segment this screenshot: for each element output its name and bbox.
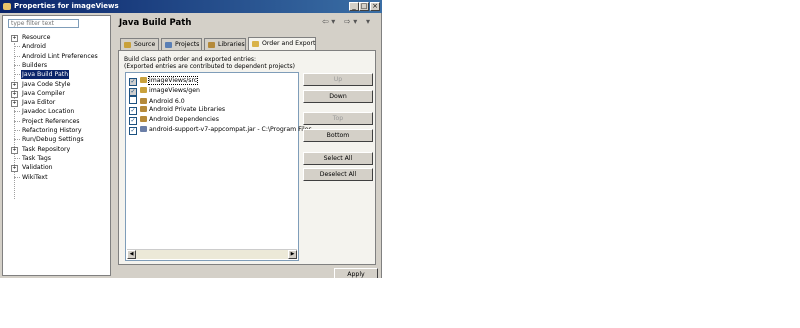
select-all-button[interactable]: Select All [303, 152, 373, 165]
panel-description-note: (Exported entries are contributed to dep… [124, 63, 295, 70]
libraries-icon [208, 42, 215, 48]
tree-connector [14, 64, 20, 66]
classpath-entry-list[interactable]: ✓ imageViews/src ✓ imageViews/gen Android 6.… [125, 72, 312, 261]
entry-label: Android Dependencies [149, 116, 219, 124]
expand-icon[interactable]: + [11, 165, 18, 173]
tree-connector [14, 55, 20, 57]
tree-connector [14, 46, 20, 48]
panel-description: Build class path order and exported entr… [124, 56, 257, 63]
tab-projects[interactable]: Projects [161, 38, 202, 50]
window-title: Properties for imageViews [14, 2, 119, 10]
export-checkbox[interactable]: ✓ [129, 107, 137, 116]
tree-connector [14, 176, 20, 178]
tree-item[interactable]: Java Editor [21, 98, 56, 107]
tree-item[interactable]: Java Code Style [21, 80, 71, 89]
order-export-panel: Build class path order and exported entr… [118, 50, 376, 265]
maximize-button[interactable]: □ [359, 2, 369, 11]
order-export-icon [252, 41, 259, 47]
expand-icon[interactable]: + [11, 35, 18, 42]
source-folder-icon [140, 86, 147, 93]
tree-item[interactable]: Java Build Path [21, 70, 70, 80]
tree-item[interactable]: WikiText [21, 173, 49, 182]
window-edge [381, 13, 382, 278]
apply-button[interactable]: Apply [334, 268, 378, 278]
tree-item[interactable]: Task Tags [21, 154, 52, 163]
tree-item[interactable]: Resource [21, 33, 51, 42]
tree-connector [14, 157, 20, 159]
tab-label: Source [134, 41, 156, 48]
export-checkbox[interactable]: ✓ [129, 78, 137, 86]
tab-order-and-export[interactable]: Order and Export [248, 37, 316, 50]
entry-label: imageViews/gen [149, 86, 200, 94]
tree-connector [14, 130, 20, 131]
list-item[interactable]: ✓ imageViews/src [129, 76, 199, 86]
expand-icon[interactable]: + [11, 90, 18, 98]
entry-label: Android 6.0 [149, 97, 185, 105]
entry-label: android-support-v7-appcompat.jar - C:\Pr… [149, 126, 312, 133]
export-checkbox[interactable]: ✓ [129, 127, 137, 135]
tree-item[interactable]: Refactoring History [21, 126, 83, 135]
tree-item[interactable]: Builders [21, 61, 48, 70]
app-icon [3, 3, 11, 10]
tree-item[interactable]: Android [21, 42, 47, 51]
tree-connector [14, 139, 20, 141]
source-folder-icon [140, 77, 147, 83]
minimize-button[interactable]: _ [349, 2, 359, 11]
list-item[interactable]: Android 6.0 [129, 95, 185, 105]
tree-item[interactable]: Run/Debug Settings [21, 135, 85, 144]
tab-label: Projects [175, 41, 200, 48]
top-button[interactable]: Top [303, 112, 373, 125]
entry-label: Android Private Libraries [149, 106, 226, 114]
projects-icon [165, 42, 172, 48]
page-title: Java Build Path [119, 18, 192, 28]
view-menu-button[interactable]: ▾ [366, 16, 370, 28]
down-button[interactable]: Down [303, 90, 373, 103]
tab-label: Order and Export [262, 40, 316, 47]
scroll-right-button[interactable]: ▶ [288, 250, 297, 259]
library-icon [140, 97, 147, 104]
list-item[interactable]: ✓ imageViews/gen [129, 86, 200, 96]
tree-connector [14, 74, 20, 76]
tree-connector [14, 120, 20, 122]
list-item[interactable]: ✓ Android Private Libraries [129, 105, 226, 116]
properties-window: Properties for imageViews _ □ × +Resourc… [0, 0, 382, 278]
list-item[interactable]: ✓ Android Dependencies [129, 115, 219, 126]
filter-input[interactable] [8, 19, 79, 28]
tree-connector [14, 111, 20, 113]
export-checkbox[interactable] [129, 95, 137, 104]
tree-item[interactable]: Android Lint Preferences [21, 52, 99, 61]
jar-icon [140, 126, 147, 132]
export-checkbox[interactable]: ✓ [129, 117, 137, 126]
tree-item[interactable]: Javadoc Location [21, 107, 75, 116]
close-button[interactable]: × [370, 2, 380, 11]
tree-item[interactable]: Java Compiler [21, 89, 66, 98]
back-nav-button[interactable]: ⇦ ▾ [322, 16, 335, 28]
source-folder-icon [124, 42, 131, 48]
tab-label: Libraries [218, 41, 245, 48]
horizontal-scrollbar[interactable]: ◀ ▶ [127, 249, 297, 259]
list-item[interactable]: ✓ android-support-v7-appcompat.jar - C:\P… [129, 125, 312, 135]
deselect-all-button[interactable]: Deselect All [303, 168, 373, 181]
expand-icon[interactable]: + [11, 100, 18, 108]
up-button[interactable]: Up [303, 73, 373, 86]
expand-icon[interactable]: + [11, 146, 18, 154]
preference-tree-pane: +ResourceAndroidAndroid Lint Preferences… [2, 15, 111, 276]
tree-item[interactable]: Validation [21, 163, 54, 172]
bottom-button[interactable]: Bottom [303, 129, 373, 142]
tree-item[interactable]: Project References [21, 117, 81, 126]
library-icon [140, 106, 147, 113]
title-bar[interactable]: Properties for imageViews _ □ × [0, 0, 382, 13]
tab-libraries[interactable]: Libraries [204, 38, 246, 50]
tab-source[interactable]: Source [120, 38, 159, 50]
entry-label: imageViews/src [147, 76, 199, 85]
export-checkbox[interactable]: ✓ [129, 87, 137, 96]
expand-icon[interactable]: + [11, 81, 18, 89]
tree-item[interactable]: Task Repository [21, 145, 71, 154]
library-icon [140, 116, 147, 123]
scroll-left-button[interactable]: ◀ [127, 250, 136, 259]
forward-nav-button[interactable]: ⇨ ▾ [344, 16, 357, 28]
